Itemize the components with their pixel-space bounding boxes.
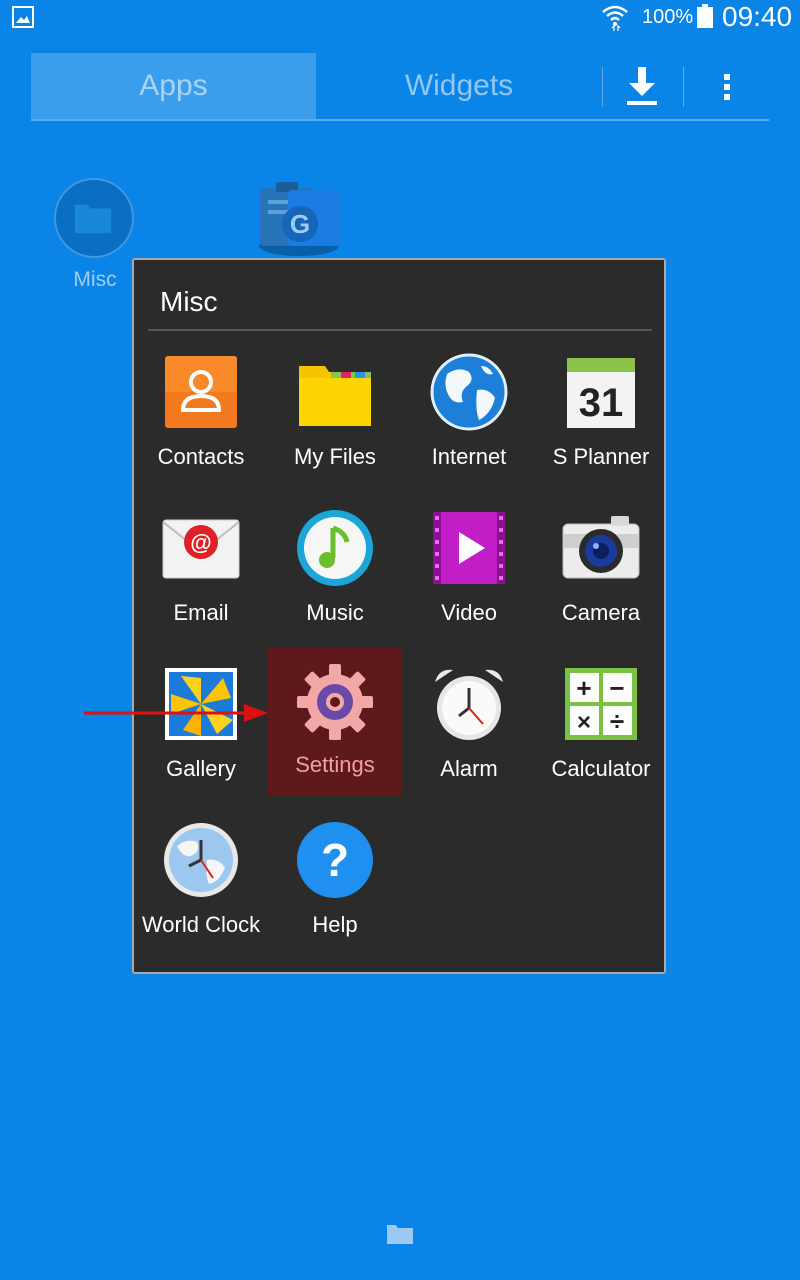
more-vertical-icon[interactable] (707, 61, 747, 111)
app-internet[interactable]: Internet (402, 348, 536, 498)
app-label: S Planner (552, 444, 650, 469)
app-music[interactable]: Music (268, 504, 402, 654)
svg-text:G: G (290, 209, 310, 239)
camera-icon (562, 516, 640, 579)
app-label: Settings (295, 752, 375, 777)
app-help[interactable]: ? Help (268, 816, 402, 966)
status-bar: 100% 09:40 (0, 0, 800, 34)
app-label: Gallery (166, 756, 236, 781)
app-world-clock[interactable]: World Clock (134, 816, 268, 966)
svg-text:@: @ (190, 530, 211, 555)
app-gallery[interactable]: Gallery (134, 660, 268, 810)
calendar-icon: 31 (567, 358, 635, 428)
tab-divider (683, 67, 684, 107)
app-contacts[interactable]: Contacts (134, 348, 268, 498)
clock-time: 09:40 (722, 1, 793, 32)
wifi-icon (602, 5, 628, 31)
app-label: Internet (431, 444, 507, 469)
app-label: My Files (294, 444, 376, 469)
app-label: Music (306, 600, 364, 625)
alarm-clock-icon (435, 669, 503, 740)
svg-text:×: × (577, 709, 591, 736)
folder-page-indicator-icon (387, 1225, 413, 1244)
folder-files-icon (299, 366, 371, 426)
world-clock-icon (164, 823, 238, 897)
divider (148, 329, 652, 331)
app-label: Email (173, 600, 229, 625)
misc-folder-label: Misc (73, 268, 117, 291)
globe-icon (430, 353, 508, 431)
app-label: Help (312, 912, 358, 937)
gear-icon (297, 664, 373, 740)
app-calculator[interactable]: + − × ÷ Calculator (534, 660, 668, 810)
tab-divider (602, 67, 603, 107)
app-my-files[interactable]: My Files (268, 348, 402, 498)
svg-text:31: 31 (579, 381, 624, 425)
svg-text:−: − (609, 673, 624, 703)
folder-popup: Misc Contacts My Files Internet 31 S Pla… (132, 258, 666, 974)
google-settings-app-icon[interactable]: G (254, 176, 344, 260)
app-label: World Clock (141, 912, 261, 937)
svg-text:+: + (576, 673, 591, 703)
tab-apps[interactable]: Apps (31, 53, 316, 119)
app-label: Camera (561, 600, 641, 625)
app-settings[interactable]: Settings (268, 648, 402, 796)
app-video[interactable]: Video (402, 504, 536, 654)
email-icon: @ (162, 519, 240, 579)
misc-folder-icon[interactable] (54, 178, 134, 258)
app-label: Video (441, 600, 497, 625)
app-camera[interactable]: Camera (534, 504, 668, 654)
tab-widgets[interactable]: Widgets (316, 53, 602, 119)
folder-title[interactable]: Misc (160, 286, 218, 318)
app-alarm[interactable]: Alarm (402, 660, 536, 810)
app-label: Calculator (551, 756, 651, 781)
music-note-icon (297, 510, 373, 586)
battery-percent: 100% (642, 6, 694, 28)
svg-text:÷: ÷ (610, 706, 624, 736)
app-s-planner[interactable]: 31 S Planner (534, 348, 668, 498)
svg-text:?: ? (321, 834, 349, 886)
app-label: Alarm (440, 756, 498, 781)
apps-tab-bar: Apps Widgets (31, 53, 769, 121)
video-play-icon (433, 512, 505, 584)
annotation-arrow (84, 704, 268, 722)
help-icon: ? (297, 822, 373, 898)
battery-icon (697, 4, 713, 28)
download-icon[interactable] (617, 61, 667, 111)
app-label: Contacts (157, 444, 245, 469)
calculator-icon: + − × ÷ (565, 668, 637, 740)
folder-icon (75, 204, 112, 234)
image-icon (12, 6, 34, 28)
contacts-icon (165, 356, 237, 428)
app-email[interactable]: @ Email (134, 504, 268, 654)
